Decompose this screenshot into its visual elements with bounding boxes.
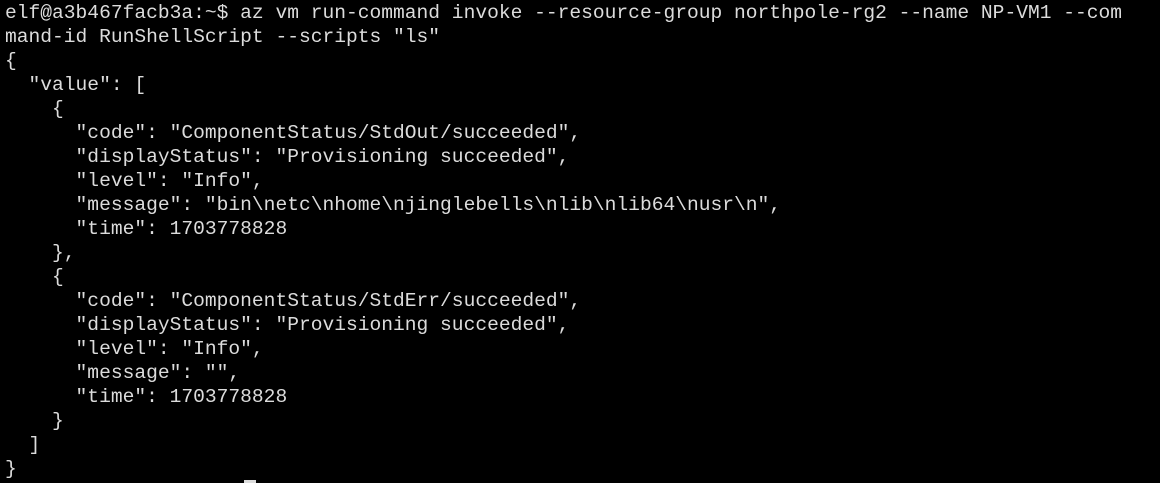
terminal-line-code: "code": "ComponentStatus/StdOut/succeede… xyxy=(5,122,582,144)
terminal-line-display-status: "displayStatus": "Provisioning succeeded… xyxy=(5,146,570,168)
terminal-line-array-close: ] xyxy=(5,434,41,456)
terminal-line-command-wrap: mand-id RunShellScript --scripts "ls" xyxy=(5,26,441,48)
terminal-line-code: "code": "ComponentStatus/StdErr/succeede… xyxy=(5,290,582,312)
terminal-line-level: "level": "Info", xyxy=(5,338,264,360)
terminal-line-time: "time": 1703778828 xyxy=(5,218,288,240)
terminal-line-object-close: }, xyxy=(5,242,76,264)
terminal-line-value-key: "value": [ xyxy=(5,74,147,96)
terminal-line-display-status: "displayStatus": "Provisioning succeeded… xyxy=(5,314,570,336)
terminal-line-message: "message": "bin\netc\nhome\njinglebells\… xyxy=(5,194,782,216)
terminal-line-time: "time": 1703778828 xyxy=(5,386,288,408)
terminal-line-close-brace: } xyxy=(5,458,17,480)
terminal-window[interactable]: elf@a3b467facb3a:~$ az vm run-command in… xyxy=(0,0,1160,483)
terminal-line-command: elf@a3b467facb3a:~$ az vm run-command in… xyxy=(5,2,1123,24)
terminal-line-object-open: { xyxy=(5,98,64,120)
terminal-line-message: "message": "", xyxy=(5,362,241,384)
terminal-line-level: "level": "Info", xyxy=(5,170,264,192)
terminal-line-open-brace: { xyxy=(5,50,17,72)
terminal-line-object-open: { xyxy=(5,266,64,288)
terminal-line-object-close: } xyxy=(5,410,64,432)
